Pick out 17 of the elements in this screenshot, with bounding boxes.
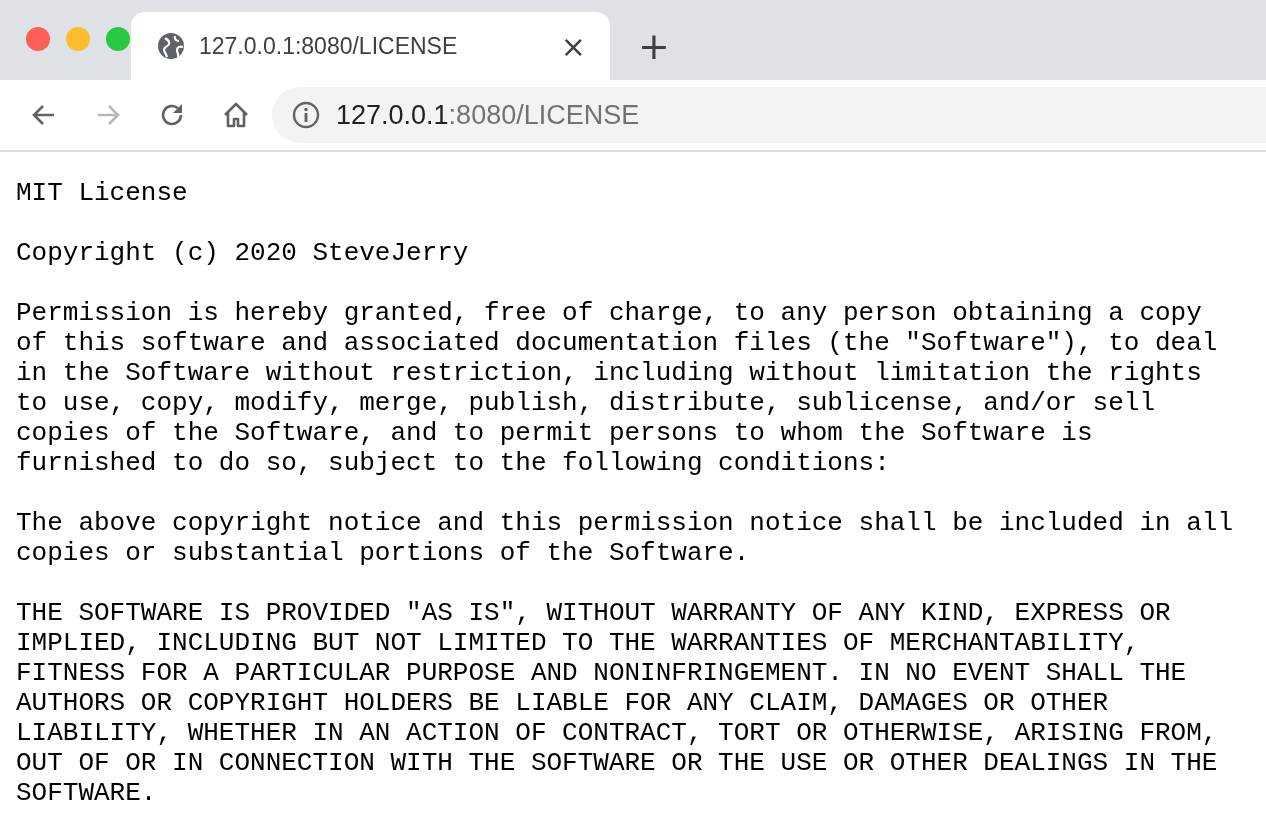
url-text: 127.0.0.1:8080/LICENSE <box>336 99 640 131</box>
new-tab-button[interactable]: + <box>632 24 676 68</box>
license-paragraph: THE SOFTWARE IS PROVIDED "AS IS", WITHOUT WARRANTY OF ANY KIND, EXPRESS OR IMPLIED, INCLUDING BUT NOT LIMITED TO THE WARRANTIES OF MERCHANTABILITY, FITNESS FOR A PARTICULAR PURPOSE AND NONINFRINGEMENT. IN NO EVENT SHALL THE AUTHORS OR COPYRIGHT HOLDERS BE LIABLE FOR ANY CLAIM, DAMAGES OR OTHER LIABILITY, WHETHER IN AN ACTION OF CONTRACT, TORT OR OTHERWISE, ARISING FROM, OUT OF OR IN CONNECTION WITH THE SOFTWARE OR THE USE OR OTHER DEALINGS IN THE SOFTWARE. <box>16 598 1219 808</box>
close-tab-button[interactable]: × <box>556 28 590 64</box>
browser-tab[interactable]: 127.0.0.1:8080/LICENSE × <box>131 12 610 80</box>
tab-title: 127.0.0.1:8080/LICENSE <box>199 32 459 60</box>
globe-icon <box>157 32 185 60</box>
license-paragraph: Copyright (c) 2020 SteveJerry <box>16 238 470 268</box>
home-icon <box>222 101 250 129</box>
maximize-window-button[interactable] <box>106 27 130 51</box>
license-paragraph: The above copyright notice and this permission notice shall be included in all copies or substantial portions of the Software. <box>16 508 1234 568</box>
address-bar[interactable]: 127.0.0.1:8080/LICENSE <box>272 87 1266 143</box>
info-icon <box>292 101 320 129</box>
license-paragraph: Permission is hereby granted, free of charge, to any person obtaining a copy of this software and associated documentation files (the "Software"), to deal in the Software without restriction, including without limitation the rights to use, copy, modify, merge, publish, distribute, sublicense, and/or sell copies of the Software, and to permit persons to whom the Software is furnished to do so, subject to the following conditions: <box>16 298 1219 478</box>
minimize-window-button[interactable] <box>66 27 90 51</box>
license-paragraph: MIT License <box>16 178 189 208</box>
close-window-button[interactable] <box>26 27 50 51</box>
